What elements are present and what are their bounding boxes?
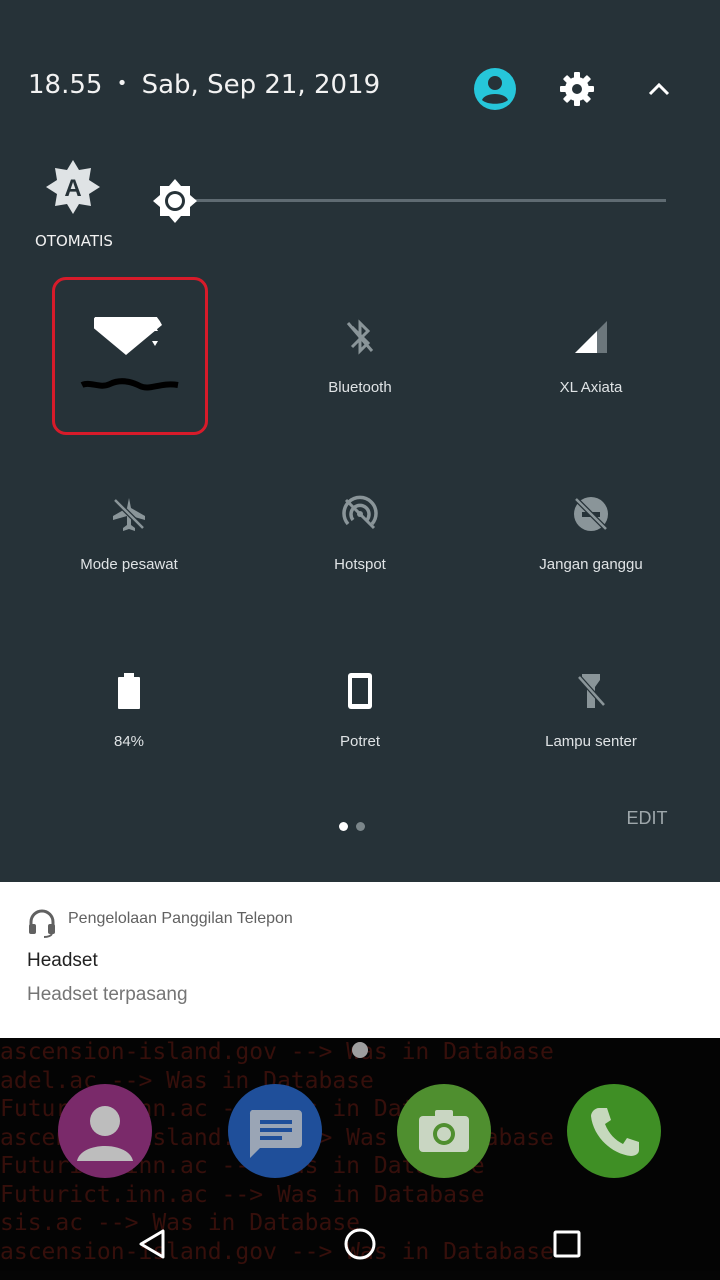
recents-button[interactable] [545,1222,589,1266]
time-text: 18.55 [28,70,103,100]
tile-flashlight[interactable]: Lampu senter [496,637,686,777]
tile-battery[interactable]: 84% [34,637,224,777]
battery-icon [118,673,140,709]
tile-auto-rotate-label: Potret [339,733,381,750]
tile-mobile-data-label: XL Axiata [559,379,623,396]
tile-do-not-disturb-label: Jangan ganggu [539,556,643,573]
collapse-panel-button[interactable] [640,70,678,108]
chevron-up-icon [648,82,670,96]
notification-title: Headset [27,950,98,971]
tile-hotspot[interactable]: Hotspot [265,460,455,600]
auto-brightness-toggle[interactable]: A OTOMATIS [24,160,124,252]
navigation-bar [0,1208,720,1280]
notification-body: Headset terpasang [27,984,188,1005]
cellular-signal-icon [575,321,607,353]
phone-icon [591,1108,639,1156]
recents-icon [553,1230,581,1258]
svg-text:A: A [64,175,81,202]
highlight-box [52,277,208,435]
back-button[interactable] [130,1222,174,1266]
quick-settings-panel: 18.55 • Sab, Sep 21, 2019 A OTOMATIS Blu… [0,0,720,882]
brightness-slider-thumb[interactable] [150,178,200,224]
back-icon [139,1229,165,1259]
airplane-off-icon [113,498,145,531]
tile-mobile-data[interactable]: XL Axiata [496,283,686,423]
date-text: Sab, Sep 21, 2019 [141,70,381,100]
tile-airplane-mode-label: Mode pesawat [80,556,178,573]
gear-icon [560,72,594,106]
notification-card[interactable]: Pengelolaan Panggilan Telepon Headset He… [0,882,720,1038]
brightness-slider-track[interactable] [190,199,666,202]
do-not-disturb-off-icon [574,497,608,531]
tile-bluetooth[interactable]: Bluetooth [265,283,455,423]
dock-messages[interactable] [228,1084,322,1178]
edit-tiles-button[interactable]: EDIT [612,808,682,836]
tile-battery-label: 84% [113,733,145,750]
page-dot-active [339,822,348,831]
tile-airplane-mode[interactable]: Mode pesawat [34,460,224,600]
home-button[interactable] [338,1222,382,1266]
tile-flashlight-label: Lampu senter [545,733,637,750]
time-separator: • [116,73,128,94]
portrait-orientation-icon [348,673,372,709]
account-circle-icon [474,68,516,110]
auto-brightness-label: OTOMATIS [35,232,113,250]
camera-icon [419,1110,469,1152]
user-switch-button[interactable] [472,66,518,112]
brightness-slider[interactable] [150,178,670,224]
bluetooth-disabled-icon [346,319,374,355]
headset-icon [29,909,55,938]
home-screen: ascension-island.gov --> Was in Database… [0,1038,720,1280]
contacts-icon [77,1106,133,1161]
notification-app-name: Pengelolaan Panggilan Telepon [68,910,293,927]
page-indicator [335,820,375,832]
app-drawer-handle[interactable] [352,1042,368,1058]
brightness-auto-icon: A [46,160,100,214]
tile-auto-rotate[interactable]: Potret [265,637,455,777]
home-icon [344,1228,376,1260]
status-clock[interactable]: 18.55 • Sab, Sep 21, 2019 [28,70,380,100]
hotspot-off-icon [342,495,378,530]
dock-contacts[interactable] [58,1084,152,1178]
dock-phone[interactable] [567,1084,661,1178]
tile-bluetooth-label: Bluetooth [328,379,392,396]
dock-camera[interactable] [397,1084,491,1178]
page-dot-inactive [356,822,365,831]
flashlight-off-icon [577,674,606,708]
tile-hotspot-label: Hotspot [334,556,386,573]
settings-button[interactable] [556,68,598,110]
tile-do-not-disturb[interactable]: Jangan ganggu [496,460,686,600]
messages-icon [249,1110,302,1158]
